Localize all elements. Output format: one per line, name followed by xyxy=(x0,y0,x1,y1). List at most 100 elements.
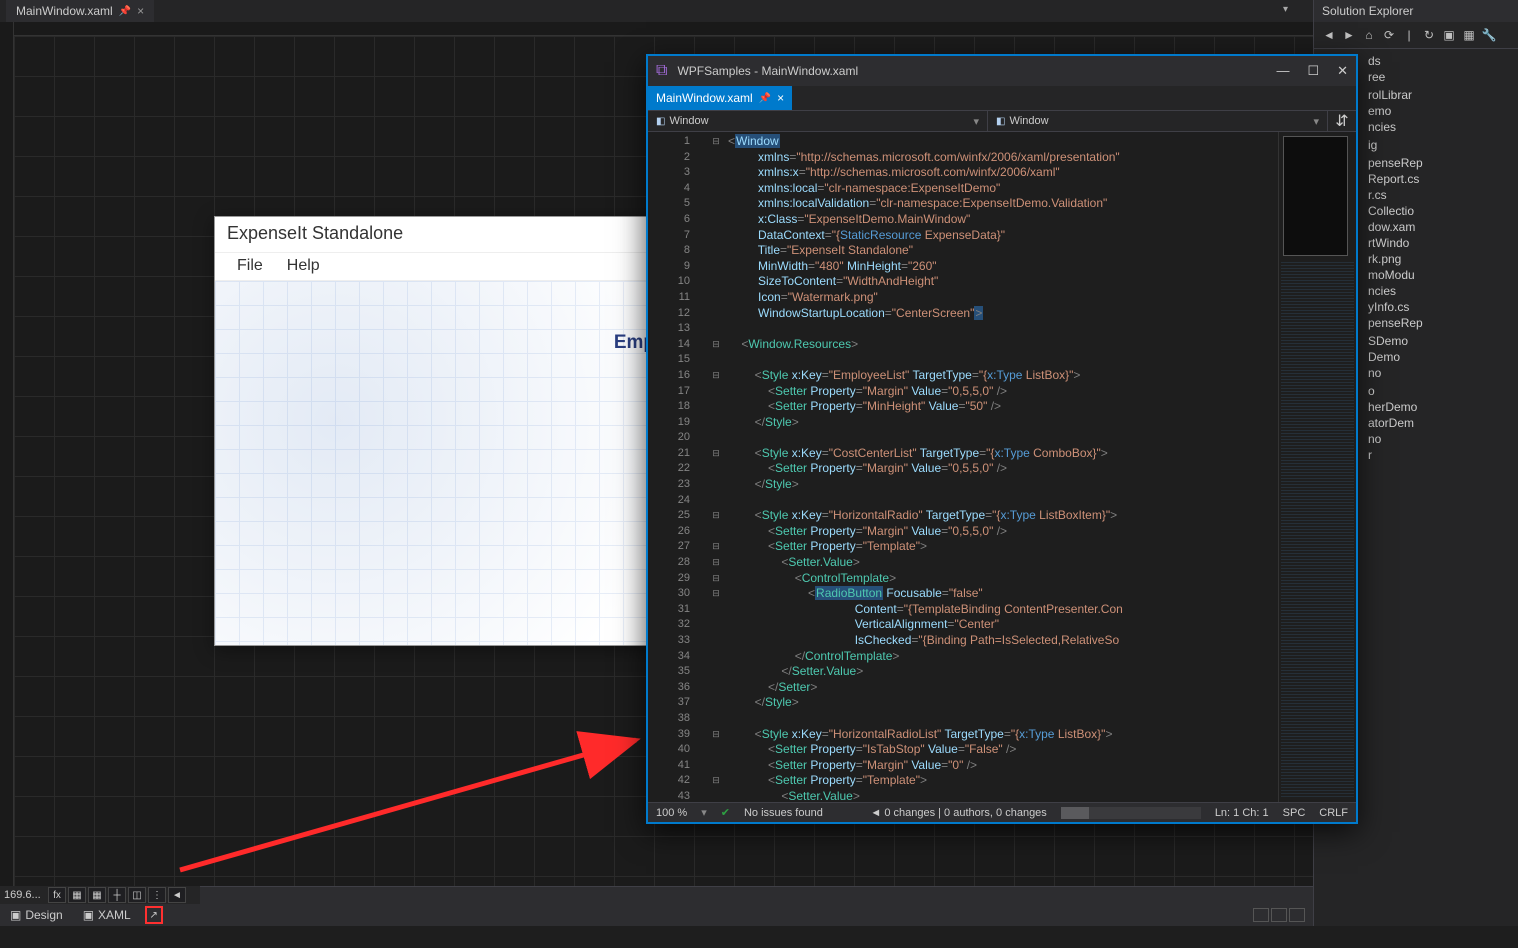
tree-item[interactable]: moModu xyxy=(1368,267,1518,283)
minimize-icon[interactable]: — xyxy=(1276,63,1289,79)
collapse-icon[interactable]: ▣ xyxy=(1440,26,1458,44)
tree-item[interactable]: rolLibrar xyxy=(1368,87,1518,103)
floating-tab[interactable]: MainWindow.xaml 📌 × xyxy=(648,86,792,110)
tree-item[interactable]: Demo xyxy=(1368,349,1518,365)
split-vertical-icon[interactable] xyxy=(1253,908,1269,922)
main-tab-strip: MainWindow.xaml 📌 × ▾ xyxy=(0,0,1518,22)
minimap[interactable] xyxy=(1278,132,1356,802)
tree-item[interactable]: rtWindo xyxy=(1368,235,1518,251)
pin-icon[interactable]: 📌 xyxy=(759,93,771,104)
tree-item[interactable]: dow.xam xyxy=(1368,219,1518,235)
menu-help[interactable]: Help xyxy=(275,253,332,280)
nav-left-dropdown[interactable]: ◧Window▾ xyxy=(648,111,988,131)
forward-icon[interactable]: ► xyxy=(1340,26,1358,44)
nav-right-label: Window xyxy=(1009,115,1048,127)
show-all-icon[interactable]: ▦ xyxy=(1460,26,1478,44)
divider: | xyxy=(1400,26,1418,44)
solution-explorer-toolbar: ◄ ► ⌂ ⟳ | ↻ ▣ ▦ 🔧 xyxy=(1314,22,1518,49)
minimap-scroll[interactable] xyxy=(1281,262,1354,798)
status-crlf[interactable]: CRLF xyxy=(1319,807,1348,819)
grid2-icon[interactable]: ▦ xyxy=(88,887,106,903)
line-gutter: 1234567891011121314151617181920212223242… xyxy=(648,132,710,802)
floating-tab-label: MainWindow.xaml xyxy=(656,91,753,105)
nav-right-dropdown[interactable]: ◧Window▾ xyxy=(988,111,1328,131)
ruler-vertical xyxy=(0,22,14,886)
nav-dropdowns: ◧Window▾ ◧Window▾ ⇵ xyxy=(648,110,1356,132)
tree-item[interactable]: yInfo.cs xyxy=(1368,299,1518,315)
refresh-icon[interactable]: ↻ xyxy=(1420,26,1438,44)
horizontal-scrollbar[interactable] xyxy=(1061,807,1201,819)
tree-item[interactable]: herDemo xyxy=(1368,399,1518,415)
split-swap-icon[interactable] xyxy=(1289,908,1305,922)
status-zoom[interactable]: 100 % xyxy=(656,807,687,819)
tree-item[interactable]: o xyxy=(1368,383,1518,399)
designer-tabs: ▣ Design ▣ XAML ↗ xyxy=(0,904,1313,926)
popout-button[interactable]: ↗ xyxy=(145,906,163,924)
window-icon: ◧ xyxy=(656,116,665,127)
close-window-icon[interactable]: ✕ xyxy=(1337,63,1348,79)
floating-title-bar[interactable]: ⧉ WPFSamples - MainWindow.xaml — ☐ ✕ xyxy=(648,56,1356,86)
nav-left-label: Window xyxy=(669,115,708,127)
tree-item[interactable]: penseRep xyxy=(1368,315,1518,331)
snap3-icon[interactable]: ⋮ xyxy=(148,887,166,903)
close-icon[interactable]: × xyxy=(137,4,144,18)
zoom-display[interactable]: 169.6... xyxy=(2,889,46,901)
designer-controls: 169.6... fx ▦ ▦ ┼ ◫ ⋮ ◄ xyxy=(0,886,200,904)
split-horizontal-icon[interactable] xyxy=(1271,908,1287,922)
back-icon[interactable]: ◄ xyxy=(1320,26,1338,44)
home-icon[interactable]: ⌂ xyxy=(1360,26,1378,44)
tree-item[interactable]: no xyxy=(1368,365,1518,381)
window-icon: ◧ xyxy=(996,116,1005,127)
tree-item[interactable]: ig xyxy=(1368,137,1518,153)
grid-icon[interactable]: ▦ xyxy=(68,887,86,903)
tab-xaml-label: XAML xyxy=(98,908,131,922)
snap2-icon[interactable]: ◫ xyxy=(128,887,146,903)
tab-design[interactable]: ▣ Design xyxy=(0,906,73,924)
editor-body: 1234567891011121314151617181920212223242… xyxy=(648,132,1356,802)
status-pos[interactable]: Ln: 1 Ch: 1 xyxy=(1215,807,1269,819)
designer-bottom-bars: 169.6... fx ▦ ▦ ┼ ◫ ⋮ ◄ ▣ Design ▣ XAML … xyxy=(0,886,1313,926)
tab-xaml[interactable]: ▣ XAML xyxy=(73,906,141,924)
tab-label: MainWindow.xaml xyxy=(16,4,113,18)
snap-icon[interactable]: ┼ xyxy=(108,887,126,903)
tree-item[interactable]: ncies xyxy=(1368,119,1518,135)
ruler-horizontal xyxy=(14,22,1313,36)
status-spc[interactable]: SPC xyxy=(1283,807,1306,819)
sync-icon[interactable]: ⟳ xyxy=(1380,26,1398,44)
tree-item[interactable]: Collectio xyxy=(1368,203,1518,219)
chevron-down-icon[interactable]: ▾ xyxy=(1283,4,1288,15)
tree-item[interactable]: rk.png xyxy=(1368,251,1518,267)
tree-item[interactable]: ncies xyxy=(1368,283,1518,299)
vs-icon: ⧉ xyxy=(656,62,667,80)
close-icon[interactable]: × xyxy=(777,91,784,105)
tree-item[interactable]: ds xyxy=(1368,53,1518,69)
tree-item[interactable]: r xyxy=(1368,447,1518,463)
pin-icon[interactable]: 📌 xyxy=(119,6,131,17)
tree-item[interactable]: Report.cs xyxy=(1368,171,1518,187)
minimap-preview xyxy=(1283,136,1348,256)
maximize-icon[interactable]: ☐ xyxy=(1307,63,1319,79)
fx-icon[interactable]: fx xyxy=(48,887,66,903)
swap-icon[interactable]: ⇵ xyxy=(1328,111,1356,131)
tree-item[interactable]: no xyxy=(1368,431,1518,447)
tree-item[interactable]: atorDem xyxy=(1368,415,1518,431)
floating-tab-strip: MainWindow.xaml 📌 × xyxy=(648,86,1356,110)
tab-mainwindow[interactable]: MainWindow.xaml 📌 × xyxy=(6,0,154,22)
scrollbar-thumb[interactable] xyxy=(1061,807,1089,819)
tree-item[interactable]: penseRep xyxy=(1368,155,1518,171)
splitter-icons xyxy=(1253,908,1305,922)
status-changes[interactable]: ◄ 0 changes | 0 authors, 0 changes xyxy=(870,807,1046,819)
menu-file[interactable]: File xyxy=(225,253,275,280)
properties-icon[interactable]: 🔧 xyxy=(1480,26,1498,44)
status-issues[interactable]: No issues found xyxy=(744,807,823,819)
tree-item[interactable]: r.cs xyxy=(1368,187,1518,203)
tree-item[interactable]: emo xyxy=(1368,103,1518,119)
tree-item[interactable]: SDemo xyxy=(1368,333,1518,349)
arrow-left-icon[interactable]: ◄ xyxy=(168,887,186,903)
check-icon: ✔ xyxy=(721,806,730,819)
solution-explorer-title: Solution Explorer xyxy=(1314,0,1518,22)
folding-column[interactable]: ⊟⊟⊟⊟⊟⊟⊟⊟⊟⊟⊟ xyxy=(710,134,722,802)
code-area[interactable]: <Window xmlns="http://schemas.microsoft.… xyxy=(710,132,1278,802)
floating-editor-window[interactable]: ⧉ WPFSamples - MainWindow.xaml — ☐ ✕ Mai… xyxy=(646,54,1358,824)
tree-item[interactable]: ree xyxy=(1368,69,1518,85)
